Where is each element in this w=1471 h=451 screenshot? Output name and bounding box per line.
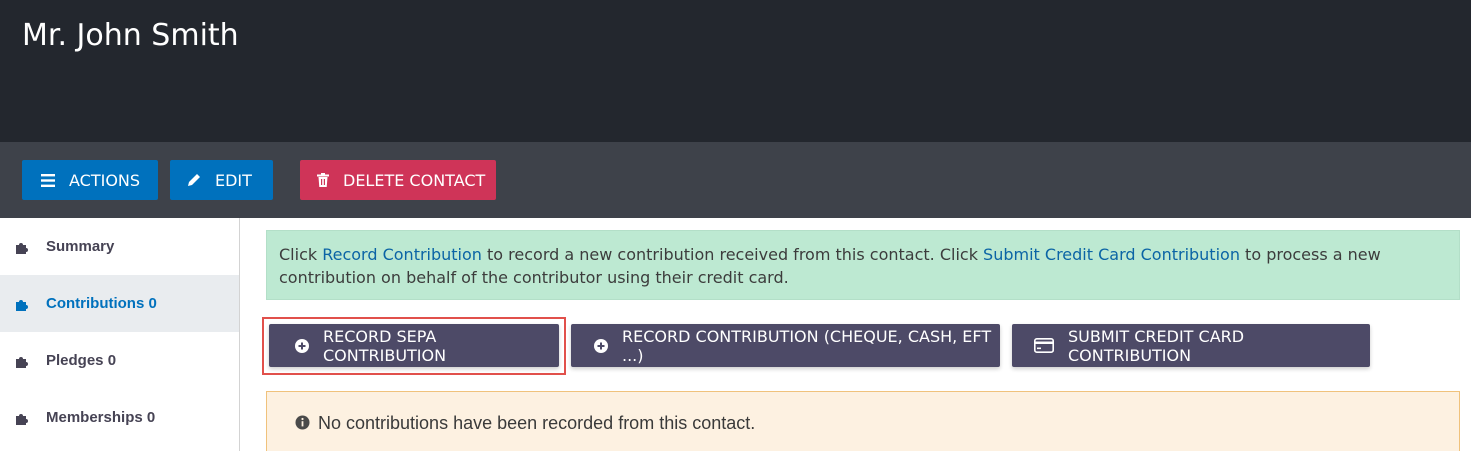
pencil-icon: [187, 173, 201, 187]
record-contribution-button[interactable]: RECORD CONTRIBUTION (CHEQUE, CASH, EFT .…: [571, 324, 1000, 367]
edit-button[interactable]: EDIT: [170, 160, 273, 200]
puzzle-icon: [16, 411, 32, 425]
submit-credit-card-contribution-label: SUBMIT CREDIT CARD CONTRIBUTION: [1068, 326, 1245, 365]
help-message: Click Record Contribution to record a ne…: [266, 230, 1460, 300]
help-text: to record a new contribution received fr…: [481, 245, 984, 264]
record-contribution-link[interactable]: Record Contribution: [322, 245, 482, 264]
puzzle-icon: [16, 240, 32, 254]
sidebar-item-summary[interactable]: Summary: [0, 218, 239, 275]
sidebar-item-label: Memberships 0: [46, 409, 156, 426]
sidebar-item-label: Pledges 0: [46, 352, 117, 369]
contact-toolbar: ACTIONS EDIT DELETE CONTACT: [0, 142, 1471, 218]
actions-button[interactable]: ACTIONS: [22, 160, 158, 200]
plus-circle-icon: [594, 338, 608, 353]
info-icon: [295, 415, 310, 430]
submit-credit-card-contribution-button[interactable]: SUBMIT CREDIT CARD CONTRIBUTION: [1012, 324, 1370, 367]
record-sepa-contribution-button[interactable]: RECORD SEPA CONTRIBUTION: [269, 324, 559, 367]
credit-card-icon: [1034, 338, 1054, 353]
submit-credit-card-link[interactable]: Submit Credit Card Contribution: [983, 245, 1240, 264]
actions-label: ACTIONS: [69, 170, 141, 190]
sidebar-item-label: Contributions 0: [46, 295, 157, 312]
trash-icon: [317, 173, 329, 187]
puzzle-icon: [16, 354, 32, 368]
notice-text: No contributions have been recorded from…: [318, 413, 756, 433]
puzzle-icon: [16, 297, 32, 311]
delete-contact-button[interactable]: DELETE CONTACT: [300, 160, 496, 200]
sidebar-item-label: Summary: [46, 238, 115, 255]
help-text: Click: [279, 245, 323, 264]
delete-contact-label: DELETE CONTACT: [343, 170, 486, 190]
contact-header: Mr. John Smith: [0, 0, 1471, 142]
sidebar-item-pledges[interactable]: Pledges 0: [0, 332, 239, 389]
hamburger-icon: [41, 173, 55, 187]
sidebar-item-contributions[interactable]: Contributions 0: [0, 275, 239, 332]
contributions-panel: Click Record Contribution to record a ne…: [240, 218, 1471, 451]
record-contribution-label: RECORD CONTRIBUTION (CHEQUE, CASH, EFT .…: [622, 326, 992, 365]
page-title: Mr. John Smith: [22, 18, 239, 53]
sidebar-item-memberships[interactable]: Memberships 0: [0, 389, 239, 446]
plus-circle-icon: [295, 338, 309, 353]
edit-label: EDIT: [215, 170, 252, 190]
no-contributions-notice: No contributions have been recorded from…: [266, 391, 1460, 451]
contact-sidebar: Summary Contributions 0 Pledges 0 Member…: [0, 218, 240, 451]
record-sepa-contribution-label: RECORD SEPA CONTRIBUTION: [323, 326, 447, 365]
